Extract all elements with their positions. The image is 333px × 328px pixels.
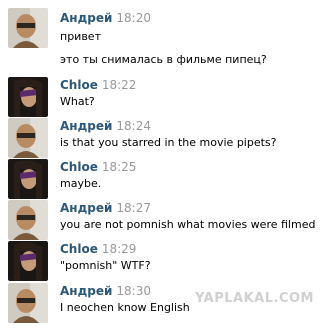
avatar-chloe-photo xyxy=(8,241,48,281)
message-time: 18:20 xyxy=(116,11,151,25)
message-text: это ты снималась в фильме пипец? xyxy=(60,53,267,66)
message-text: maybe. xyxy=(60,177,102,190)
author-name[interactable]: Андрей xyxy=(60,284,112,298)
avatar-chloe[interactable] xyxy=(8,77,48,117)
message-text: is that you starred in the movie pipets? xyxy=(60,136,277,149)
avatar-andrey-photo xyxy=(8,200,48,240)
author-name[interactable]: Андрей xyxy=(60,11,112,25)
message-time: 18:27 xyxy=(116,201,151,215)
message-time: 18:29 xyxy=(101,242,137,256)
message-header: Chloe 18:22 xyxy=(60,78,136,92)
avatar-chloe-photo xyxy=(8,77,48,117)
message-time: 18:22 xyxy=(101,78,137,92)
watermark: YAPLAKAL.COM xyxy=(195,291,314,306)
message-text: I neochen know English xyxy=(60,301,190,314)
avatar-andrey[interactable] xyxy=(8,8,48,48)
author-name[interactable]: Chloe xyxy=(60,242,98,256)
avatar-chloe[interactable] xyxy=(8,159,48,199)
avatar-andrey-photo xyxy=(8,8,48,48)
message-header: Андрей 18:20 xyxy=(60,11,151,25)
avatar-andrey-photo xyxy=(8,118,48,158)
avatar-andrey-photo xyxy=(8,283,48,323)
message-header: Chloe 18:29 xyxy=(60,242,136,256)
author-name[interactable]: Андрей xyxy=(60,201,112,215)
avatar-andrey[interactable] xyxy=(8,118,48,158)
avatar-andrey[interactable] xyxy=(8,283,48,323)
message-text: What? xyxy=(60,95,95,108)
avatar-chloe-photo xyxy=(8,159,48,199)
message-header: Андрей 18:30 xyxy=(60,284,151,298)
author-name[interactable]: Chloe xyxy=(60,160,98,174)
author-name[interactable]: Андрей xyxy=(60,119,112,133)
message-header: Андрей 18:24 xyxy=(60,119,151,133)
message-text: "pomnish" WTF? xyxy=(60,259,151,272)
message-header: Chloe 18:25 xyxy=(60,160,136,174)
author-name[interactable]: Chloe xyxy=(60,78,98,92)
message-text: you are not pomnish what movies were fil… xyxy=(60,218,316,231)
avatar-chloe[interactable] xyxy=(8,241,48,281)
avatar-andrey[interactable] xyxy=(8,200,48,240)
message-time: 18:25 xyxy=(101,160,137,174)
message-header: Андрей 18:27 xyxy=(60,201,151,215)
message-text: привет xyxy=(60,30,101,43)
message-time: 18:24 xyxy=(116,119,151,133)
message-time: 18:30 xyxy=(116,284,151,298)
